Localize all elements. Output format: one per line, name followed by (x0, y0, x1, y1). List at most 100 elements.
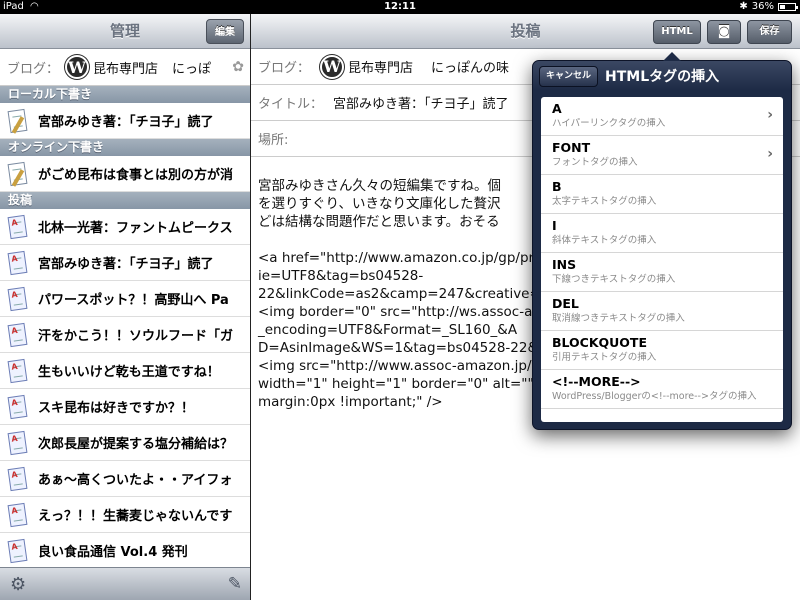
blog-name-secondary: にっぽんの味 (431, 61, 510, 76)
save-button[interactable]: 保存 (747, 20, 792, 44)
post-icon (6, 358, 30, 384)
tag-description: 取消線つきテキストタグの挿入 (552, 313, 685, 324)
list-item-title: 次郎長屋が提案する塩分補給は？ (38, 437, 234, 452)
gear-icon[interactable]: ⚙ (10, 574, 26, 595)
tag-description: 太字テキストタグの挿入 (552, 196, 657, 207)
popover-header: キャンセル HTMLタグの挿入 (533, 61, 791, 91)
list-item-title: 良い食品通信 Vol.4 発刊 (38, 545, 188, 560)
tag-item[interactable]: A ハイパーリンクタグの挿入 › (541, 97, 783, 136)
tag-name: A (552, 101, 562, 116)
tag-item[interactable]: I 斜体テキストタグの挿入 (541, 214, 783, 253)
list-item-title: 宮部みゆき著：「チヨ子」読了 (38, 257, 214, 272)
post-icon (6, 286, 30, 312)
post-icon (6, 322, 30, 348)
wordpress-logo-icon: W (320, 54, 345, 79)
place-label: 場所: (258, 133, 289, 148)
draft-icon (6, 108, 30, 134)
list-item[interactable]: あぁ～高くついたよ・・アイフォ (0, 461, 250, 497)
post-icon (6, 394, 30, 420)
tag-name: FONT (552, 140, 591, 155)
post-icon (6, 214, 30, 240)
list-item[interactable]: パワースポット？！高野山へ Pa (0, 281, 250, 317)
tag-name: <!--MORE--> (552, 374, 641, 389)
title-label: タイトル： (258, 97, 324, 112)
html-button[interactable]: HTML (653, 20, 701, 44)
master-navbar: 管理 編集 (0, 14, 250, 49)
list-item-title: あぁ～高くついたよ・・アイフォ (38, 473, 233, 488)
list-item[interactable]: がごめ昆布は食事とは別の方が消 (0, 156, 250, 192)
tag-description: ハイパーリンクタグの挿入 (552, 118, 666, 129)
html-tag-popover: キャンセル HTMLタグの挿入 A ハイパーリンクタグの挿入 › FONT フォントタグ… (532, 52, 792, 430)
list-item[interactable]: 生もいいけど乾も王道ですね！ (0, 353, 250, 389)
list-item-title: 北林一光著：ファントムピークス (38, 221, 233, 236)
chevron-right-icon: › (767, 107, 773, 123)
master-panel: 管理 編集 ブログ： W 昆布専門店 にっぽ ✿ ローカル下書き 宮部みゆき著：… (0, 14, 250, 600)
list-item[interactable]: 宮部みゆき著：「チヨ子」読了 (0, 245, 250, 281)
tag-description: 下線つきテキストタグの挿入 (552, 274, 676, 285)
post-icon (6, 250, 30, 276)
post-icon (6, 502, 30, 528)
compose-icon[interactable]: ✎ (228, 574, 242, 594)
wordpress-logo-icon: W (65, 55, 90, 79)
list-item[interactable]: 良い食品通信 Vol.4 発刊 (0, 533, 250, 569)
tag-description: フォントタグの挿入 (552, 157, 638, 168)
edit-button[interactable]: 編集 (206, 19, 244, 44)
tag-description: 引用テキストタグの挿入 (552, 352, 657, 363)
title-value: 宮部みゆき著：「チヨ子」読了 (333, 97, 509, 112)
popover-arrow (663, 52, 681, 61)
posts-list: 北林一光著：ファントムピークス宮部みゆき著：「チヨ子」読了パワースポット？！高野… (0, 209, 250, 600)
section-posts: 投稿 (0, 192, 250, 209)
blog-selector[interactable]: ブログ： W 昆布専門店 にっぽ ✿ (0, 49, 250, 86)
cancel-button[interactable]: キャンセル (539, 66, 599, 87)
tag-list: A ハイパーリンクタグの挿入 › FONT フォントタグの挿入 › B 太字テキストタグの挿入… (541, 97, 783, 422)
reload-icon[interactable]: ✿ (232, 59, 244, 75)
battery-percent: 36% (751, 1, 774, 12)
section-online-drafts: オンライン下書き (0, 139, 250, 156)
tag-name: BLOCKQUOTE (552, 335, 648, 350)
tag-item[interactable]: FONT フォントタグの挿入 › (541, 136, 783, 175)
list-item[interactable]: 宮部みゆき著：「チヨ子」読了 (0, 103, 250, 139)
blog-name: 昆布専門店 (93, 61, 159, 77)
list-item-title: スキ昆布は好きですか？！ (38, 401, 195, 416)
draft-icon (6, 161, 30, 187)
bluetooth-icon: ✱ (739, 1, 748, 12)
tag-description: 斜体テキストタグの挿入 (552, 235, 657, 246)
tag-item[interactable]: <!--MORE--> WordPress/Bloggerの<!--more-->… (541, 370, 783, 409)
post-icon (6, 430, 30, 456)
tag-description: WordPress/Bloggerの<!--more-->タグの挿入 (552, 391, 757, 402)
blog-name: 昆布専門店 (348, 61, 414, 76)
popover-title: HTMLタグの挿入 (605, 69, 720, 85)
blog-label: ブログ： (258, 61, 311, 76)
list-item-title: 汗をかこう！！ソウルフード「ガ (38, 329, 234, 344)
list-item-title: がごめ昆布は食事とは別の方が消 (38, 168, 234, 183)
list-item-title: 宮部みゆき著：「チヨ子」読了 (38, 115, 214, 130)
clock: 12:11 (384, 1, 416, 12)
chevron-right-icon: › (767, 146, 773, 162)
tag-name: I (552, 218, 557, 233)
tag-item[interactable]: INS 下線つきテキストタグの挿入 (541, 253, 783, 292)
tag-name: DEL (552, 296, 579, 311)
list-item-title: えっ？！！生蕎麦じゃないんです (38, 509, 233, 524)
list-item[interactable]: えっ？！！生蕎麦じゃないんです (0, 497, 250, 533)
tag-name: B (552, 179, 562, 194)
status-bar: iPad ◠ 12:11 ✱ 36% (0, 0, 800, 14)
post-icon (6, 538, 30, 564)
list-item[interactable]: 次郎長屋が提案する塩分補給は？ (0, 425, 250, 461)
detail-navbar: 投稿 HTML ◙ 保存 (251, 14, 800, 49)
blog-name-secondary: にっぽ (172, 61, 212, 77)
tag-name: INS (552, 257, 577, 272)
list-item[interactable]: スキ昆布は好きですか？！ (0, 389, 250, 425)
status-right: ✱ 36% (739, 1, 798, 12)
camera-icon[interactable]: ◙ (707, 20, 741, 44)
tag-item[interactable]: BLOCKQUOTE 引用テキストタグの挿入 (541, 331, 783, 370)
post-icon (6, 466, 30, 492)
tag-item[interactable]: DEL 取消線つきテキストタグの挿入 (541, 292, 783, 331)
list-item[interactable]: 北林一光著：ファントムピークス (0, 209, 250, 245)
section-local-drafts: ローカル下書き (0, 86, 250, 103)
list-item[interactable]: 汗をかこう！！ソウルフード「ガ (0, 317, 250, 353)
tag-item[interactable]: B 太字テキストタグの挿入 (541, 175, 783, 214)
master-toolbar: ⚙ ✎ (0, 567, 250, 600)
list-item-title: 生もいいけど乾も王道ですね！ (38, 365, 220, 380)
battery-icon (778, 2, 798, 11)
blog-label: ブログ： (7, 61, 60, 77)
